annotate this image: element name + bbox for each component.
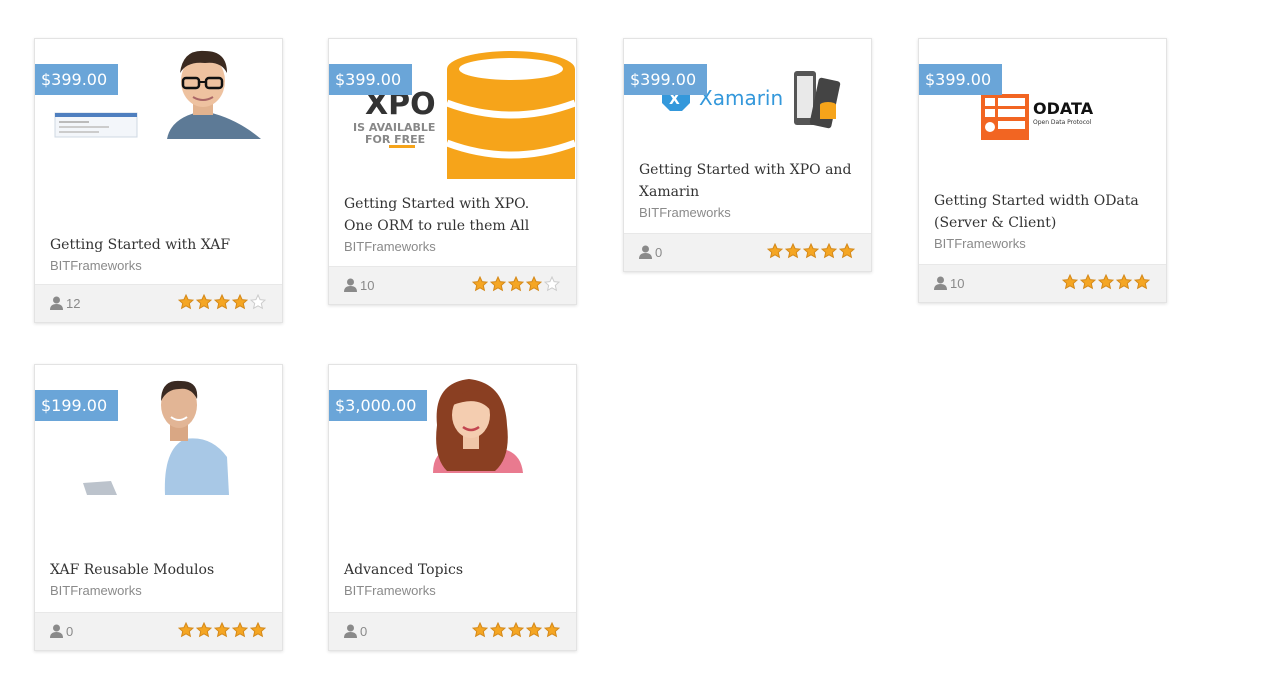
course-card[interactable]: $199.00 XAF Reusable Modulos BITFramewor… xyxy=(34,364,283,651)
course-thumbnail[interactable]: $3,000.00 xyxy=(329,365,576,475)
star-filled-icon xyxy=(1098,274,1114,290)
student-count-value: 10 xyxy=(950,276,965,291)
course-title[interactable]: Getting Started with XPO and Xamarin xyxy=(639,159,856,203)
man-with-laptop-image xyxy=(83,380,229,495)
star-filled-icon xyxy=(490,276,506,292)
star-empty-icon xyxy=(250,294,266,310)
course-card[interactable]: $3,000.00 Advanced Topics BITFrameworks … xyxy=(328,364,577,651)
student-count-value: 12 xyxy=(66,296,81,311)
svg-text:Xamarin: Xamarin xyxy=(699,86,783,110)
course-author: BITFrameworks xyxy=(639,205,731,220)
user-icon xyxy=(344,278,357,292)
svg-text:ODATA: ODATA xyxy=(1033,99,1094,118)
star-rating xyxy=(470,276,560,294)
course-thumbnail[interactable]: $399.00 X Xamarin xyxy=(624,39,871,139)
course-author: BITFrameworks xyxy=(50,258,142,273)
course-card[interactable]: $399.00 X Xamarin Getting Started with X… xyxy=(623,38,872,272)
user-icon xyxy=(50,624,63,638)
user-icon xyxy=(50,296,63,310)
star-filled-icon xyxy=(232,622,248,638)
star-rating xyxy=(470,622,560,640)
card-footer: 10 xyxy=(329,266,576,304)
user-icon xyxy=(639,245,652,259)
star-empty-icon xyxy=(544,276,560,292)
course-thumbnail[interactable]: $399.00 ODATA Open Data Protocol xyxy=(919,39,1166,149)
star-filled-icon xyxy=(1062,274,1078,290)
star-filled-icon xyxy=(821,243,837,259)
database-image: XPO IS AVAILABLE FOR FREE xyxy=(353,51,576,179)
star-filled-icon xyxy=(178,622,194,638)
card-footer: 12 xyxy=(35,284,282,322)
student-count-value: 0 xyxy=(655,245,663,260)
price-tag: $399.00 xyxy=(35,64,119,100)
star-rating xyxy=(176,622,266,640)
star-filled-icon xyxy=(785,243,801,259)
student-count: 0 xyxy=(639,244,662,261)
svg-text:Open Data Protocol: Open Data Protocol xyxy=(1033,119,1092,126)
star-rating xyxy=(176,294,266,312)
star-filled-icon xyxy=(1134,274,1150,290)
course-card[interactable]: $399.00 ODATA Open Data Protocol Getting… xyxy=(918,38,1167,303)
card-footer: 0 xyxy=(35,612,282,650)
star-filled-icon xyxy=(767,243,783,259)
student-count: 10 xyxy=(344,277,374,294)
star-filled-icon xyxy=(803,243,819,259)
star-filled-icon xyxy=(839,243,855,259)
svg-text:FOR FREE: FOR FREE xyxy=(365,133,425,146)
student-count: 12 xyxy=(50,295,80,312)
star-filled-icon xyxy=(472,622,488,638)
course-card[interactable]: $399.00 XPO IS AVAILABLE FOR FREE Gettin… xyxy=(328,38,577,305)
star-filled-icon xyxy=(526,622,542,638)
course-title[interactable]: Getting Started with XPO. One ORM to rul… xyxy=(344,193,561,237)
price-tag: $399.00 xyxy=(329,64,413,100)
star-filled-icon xyxy=(490,622,506,638)
star-filled-icon xyxy=(508,622,524,638)
course-author: BITFrameworks xyxy=(934,236,1026,251)
course-author: BITFrameworks xyxy=(344,583,436,598)
star-rating xyxy=(1060,274,1150,292)
price-tag: $3,000.00 xyxy=(329,390,428,426)
course-thumbnail[interactable]: $199.00 xyxy=(35,365,282,497)
star-filled-icon xyxy=(250,622,266,638)
star-filled-icon xyxy=(214,294,230,310)
course-title[interactable]: XAF Reusable Modulos xyxy=(50,559,267,581)
student-count-value: 10 xyxy=(360,278,375,293)
star-filled-icon xyxy=(526,276,542,292)
student-count: 0 xyxy=(50,623,73,640)
star-filled-icon xyxy=(214,622,230,638)
student-count-value: 0 xyxy=(360,624,368,639)
course-title[interactable]: Getting Started with XAF xyxy=(50,234,267,256)
user-icon xyxy=(934,276,947,290)
card-footer: 0 xyxy=(329,612,576,650)
price-tag: $399.00 xyxy=(624,64,708,100)
star-filled-icon xyxy=(196,622,212,638)
card-footer: 0 xyxy=(624,233,871,271)
star-filled-icon xyxy=(1116,274,1132,290)
star-filled-icon xyxy=(472,276,488,292)
student-count: 0 xyxy=(344,623,367,640)
student-count-value: 0 xyxy=(66,624,74,639)
course-author: BITFrameworks xyxy=(344,239,436,254)
user-icon xyxy=(344,624,357,638)
star-filled-icon xyxy=(508,276,524,292)
star-filled-icon xyxy=(196,294,212,310)
card-footer: 10 xyxy=(919,264,1166,302)
star-filled-icon xyxy=(544,622,560,638)
star-filled-icon xyxy=(1080,274,1096,290)
course-title[interactable]: Advanced Topics xyxy=(344,559,561,581)
price-tag: $199.00 xyxy=(35,390,119,426)
course-card[interactable]: $399.00 Getting Started with XAF BITFram… xyxy=(34,38,283,323)
course-thumbnail[interactable]: $399.00 XPO IS AVAILABLE FOR FREE xyxy=(329,39,576,184)
price-tag: $399.00 xyxy=(919,64,1003,100)
course-title[interactable]: Getting Started width OData (Server & Cl… xyxy=(934,190,1151,234)
star-filled-icon xyxy=(232,294,248,310)
star-rating xyxy=(765,243,855,261)
star-filled-icon xyxy=(178,294,194,310)
course-thumbnail[interactable]: $399.00 xyxy=(35,39,282,139)
student-count: 10 xyxy=(934,275,964,292)
course-author: BITFrameworks xyxy=(50,583,142,598)
